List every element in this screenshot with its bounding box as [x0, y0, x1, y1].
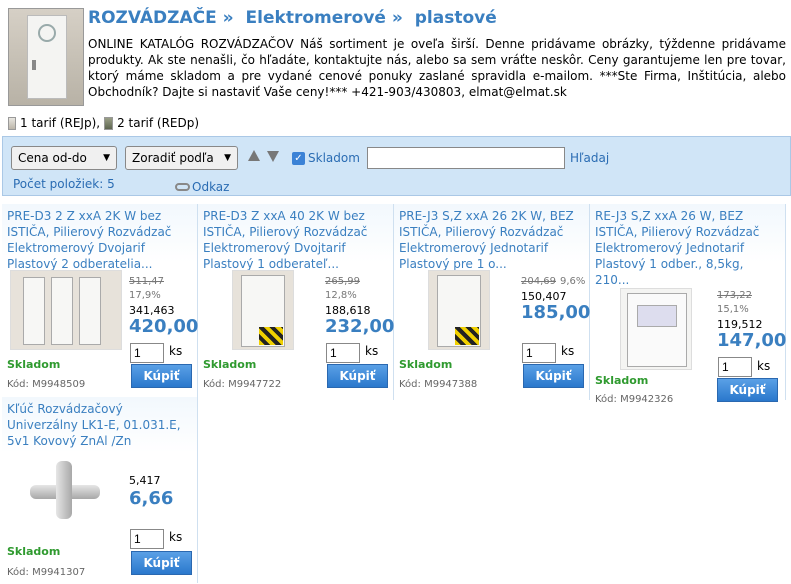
price: 420,00: [129, 316, 199, 337]
old-price: 265,99: [325, 276, 360, 287]
category-thumbnail: [8, 8, 84, 106]
price: 147,00: [717, 330, 787, 351]
discount: 12,8%: [325, 290, 357, 301]
product-code: Kód: M9948509: [7, 379, 86, 390]
price: 185,00: [521, 302, 591, 323]
breadcrumb-item-elektromerove[interactable]: Elektromerové »: [246, 8, 403, 28]
buy-button[interactable]: Kúpiť: [327, 364, 388, 388]
product-card: PRE-D3 Z xxA 40 2K W bez ISTIČA, Piliero…: [198, 204, 394, 400]
stock-checkbox[interactable]: ✓: [292, 152, 305, 165]
product-name[interactable]: Kľúč Rozvádzačový Univerzálny LK1-E, 01.…: [7, 401, 193, 449]
catalog-header: ROZVÁDZAČE » Elektromerové » plastové ON…: [8, 8, 786, 108]
quantity-input[interactable]: [130, 343, 164, 363]
permalink[interactable]: Odkaz: [175, 180, 229, 194]
single-tariff-icon: [8, 116, 16, 130]
tariff-legend: 1 tarif (REJp), 2 tarif (REDp): [8, 116, 199, 130]
buy-button[interactable]: Kúpiť: [717, 378, 778, 402]
base-price: 5,417: [129, 474, 161, 487]
old-price: 173,22: [717, 290, 752, 301]
stock-status: Skladom: [203, 358, 257, 371]
stock-checkbox-label[interactable]: Skladom: [308, 151, 360, 165]
sort-ascending-icon[interactable]: [248, 150, 260, 161]
stock-status: Skladom: [595, 374, 649, 387]
old-price: 511,47: [129, 276, 164, 287]
breadcrumb-item-plastove[interactable]: plastové: [415, 8, 497, 28]
product-card: Kľúč Rozvádzačový Univerzálny LK1-E, 01.…: [2, 397, 198, 583]
search-button[interactable]: Hľadaj: [570, 151, 609, 165]
buy-button[interactable]: Kúpiť: [131, 551, 192, 575]
product-code: Kód: M9941307: [7, 567, 86, 578]
product-name[interactable]: RE-J3 S,Z xxA 26 W, BEZ ISTIČA, Pilierov…: [595, 208, 781, 288]
unit-label: ks: [561, 344, 575, 358]
price-range-select-value: Cena od-do: [18, 151, 87, 165]
quantity-input[interactable]: [522, 343, 556, 363]
sort-select[interactable]: Zoradiť podľa ▼: [125, 146, 238, 170]
search-input[interactable]: [367, 147, 565, 169]
item-count: Počet položiek: 5: [13, 177, 115, 191]
link-icon: [175, 183, 190, 191]
sort-descending-icon[interactable]: [267, 151, 279, 162]
unit-label: ks: [757, 359, 771, 373]
product-name[interactable]: PRE-J3 S,Z xxA 26 2K W, BEZ ISTIČA, Pili…: [399, 208, 585, 272]
permalink-label[interactable]: Odkaz: [192, 180, 229, 194]
quantity-input[interactable]: [326, 343, 360, 363]
item-count-value: 5: [107, 177, 115, 191]
stock-status: Skladom: [399, 358, 453, 371]
legend-item-2[interactable]: 2 tarif (REDp): [117, 116, 199, 130]
breadcrumb-item-rozvadzace[interactable]: ROZVÁDZAČE »: [88, 8, 234, 28]
product-image[interactable]: [428, 270, 490, 350]
product-image[interactable]: [620, 288, 692, 370]
legend-item-1[interactable]: 1 tarif (REJp),: [20, 116, 100, 130]
sort-select-value: Zoradiť podľa: [132, 151, 214, 165]
breadcrumb: ROZVÁDZAČE » Elektromerové » plastové: [88, 8, 503, 28]
product-card: PRE-D3 2 Z xxA 2K W bez ISTIČA, Pilierov…: [2, 204, 198, 400]
product-name[interactable]: PRE-D3 2 Z xxA 2K W bez ISTIČA, Pilierov…: [7, 208, 193, 272]
stock-status: Skladom: [7, 358, 61, 371]
product-card: PRE-J3 S,Z xxA 26 2K W, BEZ ISTIČA, Pili…: [394, 204, 590, 400]
product-image[interactable]: [10, 270, 122, 350]
price: 6,66: [129, 488, 174, 509]
discount: 15,1%: [717, 304, 749, 315]
filter-bar: Cena od-do ▼ Zoradiť podľa ▼ ✓ Skladom Hľa…: [2, 136, 791, 196]
price: 232,00: [325, 316, 395, 337]
product-code: Kód: M9947388: [399, 379, 478, 390]
unit-label: ks: [169, 344, 183, 358]
old-price: 204,69: [521, 276, 556, 287]
product-code: Kód: M9947722: [203, 379, 282, 390]
discount: 17,9%: [129, 290, 161, 301]
item-count-label: Počet položiek:: [13, 177, 104, 191]
unit-label: ks: [365, 344, 379, 358]
product-image[interactable]: [232, 270, 294, 350]
chevron-down-icon: ▼: [103, 153, 110, 163]
price-range-select[interactable]: Cena od-do ▼: [11, 146, 117, 170]
product-code: Kód: M9942326: [595, 394, 674, 405]
unit-label: ks: [169, 530, 183, 544]
quantity-input[interactable]: [718, 357, 752, 377]
product-image[interactable]: [24, 457, 106, 523]
product-name[interactable]: PRE-D3 Z xxA 40 2K W bez ISTIČA, Piliero…: [203, 208, 389, 272]
discount: 9,6%: [560, 276, 586, 287]
double-tariff-icon: [104, 116, 114, 130]
buy-button[interactable]: Kúpiť: [523, 364, 584, 388]
quantity-input[interactable]: [130, 529, 164, 549]
chevron-down-icon: ▼: [224, 153, 231, 163]
stock-status: Skladom: [7, 545, 61, 558]
buy-button[interactable]: Kúpiť: [131, 364, 192, 388]
product-card: RE-J3 S,Z xxA 26 W, BEZ ISTIČA, Pilierov…: [590, 204, 787, 405]
catalog-description: ONLINE KATALÓG ROZVÁDZAČOV Náš sortiment…: [88, 37, 786, 99]
